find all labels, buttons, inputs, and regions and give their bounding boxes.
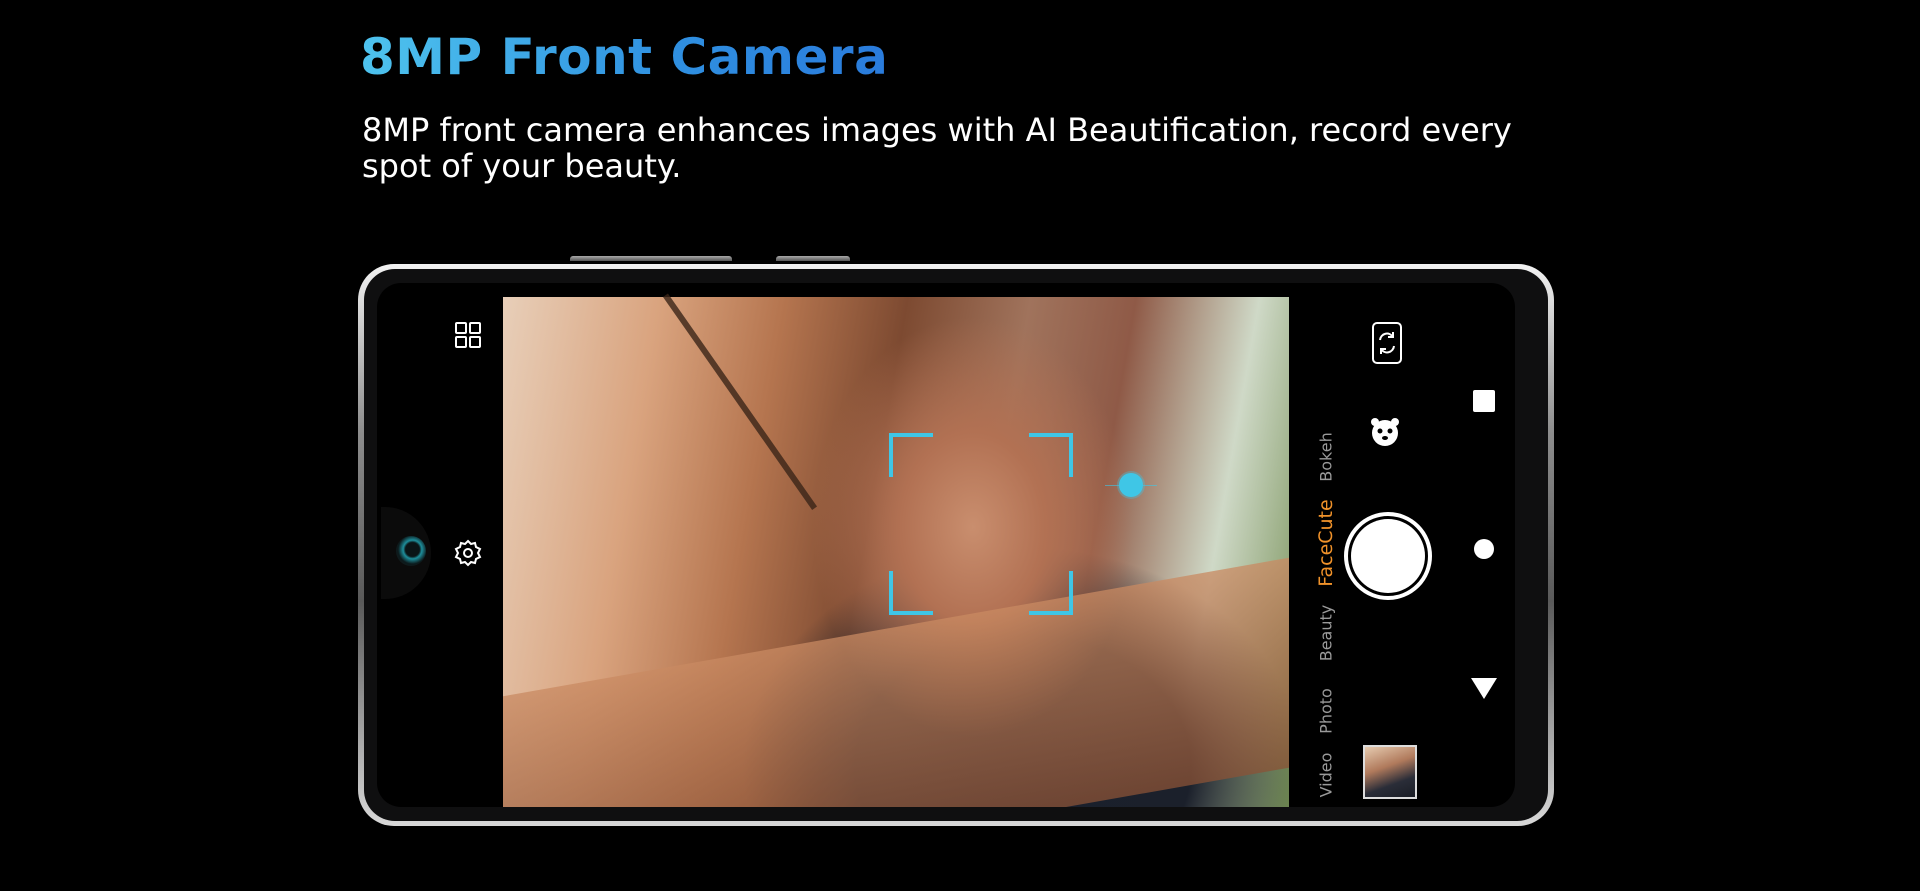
power-button: [776, 256, 850, 261]
shutter-button[interactable]: [1344, 512, 1432, 600]
sticker-face-icon[interactable]: [1368, 415, 1402, 449]
mode-facecute[interactable]: FaceCute: [1315, 499, 1337, 586]
camera-viewfinder[interactable]: [503, 293, 1289, 807]
circle-home-icon[interactable]: [1472, 537, 1496, 561]
mode-video[interactable]: Video: [1317, 753, 1336, 798]
focus-corner: [889, 571, 933, 615]
mode-photo[interactable]: Photo: [1317, 688, 1336, 734]
phone-screen: Video Photo Beauty FaceCute Bokeh: [377, 283, 1515, 807]
switch-camera-icon[interactable]: [1367, 319, 1407, 367]
exposure-handle[interactable]: [1119, 473, 1143, 497]
section-subtitle: 8MP front camera enhances images with AI…: [362, 111, 1512, 185]
focus-corner: [1029, 433, 1073, 477]
volume-button: [570, 256, 732, 261]
shutter-button-inner: [1351, 519, 1425, 593]
mode-beauty[interactable]: Beauty: [1317, 605, 1336, 662]
phone-frame: Video Photo Beauty FaceCute Bokeh: [358, 264, 1554, 826]
front-camera-lens: [396, 536, 426, 566]
wall-shadow-line: [663, 293, 818, 510]
square-recents-icon[interactable]: [1472, 389, 1496, 413]
focus-corner: [1029, 571, 1073, 615]
triangle-back-icon[interactable]: [1471, 675, 1497, 701]
section-title: 8MP Front Camera: [360, 28, 889, 86]
face-focus-frame: [889, 433, 1073, 615]
settings-gear-icon[interactable]: [452, 537, 484, 569]
focus-corner: [889, 433, 933, 477]
phone-bezel: Video Photo Beauty FaceCute Bokeh: [364, 269, 1548, 821]
gallery-thumbnail[interactable]: [1363, 745, 1417, 799]
mode-bokeh[interactable]: Bokeh: [1317, 432, 1336, 481]
camera-mode-selector[interactable]: Video Photo Beauty FaceCute Bokeh: [1311, 375, 1341, 798]
grid-menu-icon[interactable]: [452, 319, 484, 351]
system-nav-bar: [1455, 283, 1515, 807]
